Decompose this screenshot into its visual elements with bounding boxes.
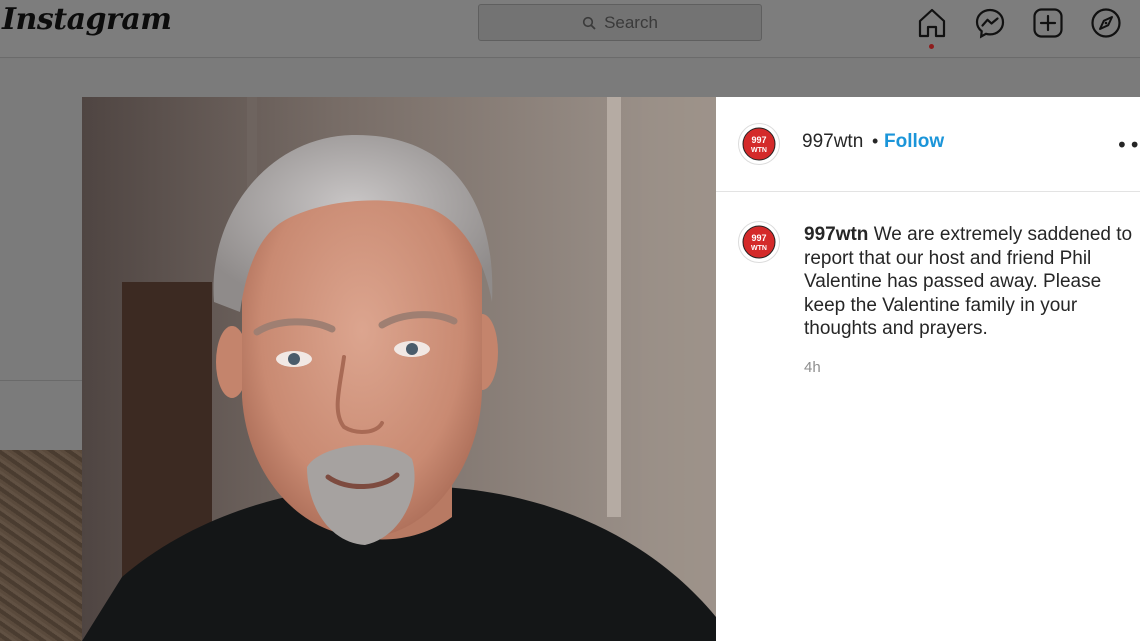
wtn-logo-icon: 997 WTN <box>742 127 776 161</box>
feed-divider <box>0 380 82 381</box>
post-timestamp[interactable]: 4h <box>804 359 821 376</box>
post-caption: 997wtn We are extremely saddened to repo… <box>804 223 1134 341</box>
messenger-icon[interactable] <box>973 6 1007 40</box>
new-post-icon[interactable] <box>1031 6 1065 40</box>
caption-avatar[interactable]: 997 WTN <box>738 221 780 263</box>
svg-text:WTN: WTN <box>751 147 767 154</box>
caption-username[interactable]: 997wtn <box>804 224 868 245</box>
search-placeholder: Search <box>604 12 658 32</box>
feed-thumbnail[interactable] <box>0 450 82 641</box>
follow-button[interactable]: Follow <box>884 131 944 153</box>
search-box[interactable]: Search <box>478 4 762 41</box>
svg-text:997: 997 <box>751 233 766 243</box>
author-username[interactable]: 997wtn <box>802 131 863 153</box>
instagram-logo[interactable]: Instagram <box>2 2 172 37</box>
search-icon <box>582 16 596 30</box>
svg-text:WTN: WTN <box>751 245 767 252</box>
post-details-panel: 997 WTN 997wtn • Follow ••• 997 WTN 997w… <box>716 97 1140 641</box>
more-options-icon[interactable]: ••• <box>1116 133 1140 157</box>
portrait-illustration <box>82 97 716 641</box>
svg-text:997: 997 <box>751 135 766 145</box>
home-icon[interactable] <box>915 6 949 40</box>
explore-icon[interactable] <box>1089 6 1123 40</box>
author-avatar[interactable]: 997 WTN <box>738 123 780 165</box>
header-separator: • <box>872 131 879 151</box>
post-image <box>82 97 716 641</box>
active-tab-indicator <box>929 44 934 49</box>
post-header: 997 WTN 997wtn • Follow ••• <box>716 97 1140 192</box>
wtn-logo-icon: 997 WTN <box>742 225 776 259</box>
top-navigation-bar: Instagram Search <box>0 0 1140 58</box>
